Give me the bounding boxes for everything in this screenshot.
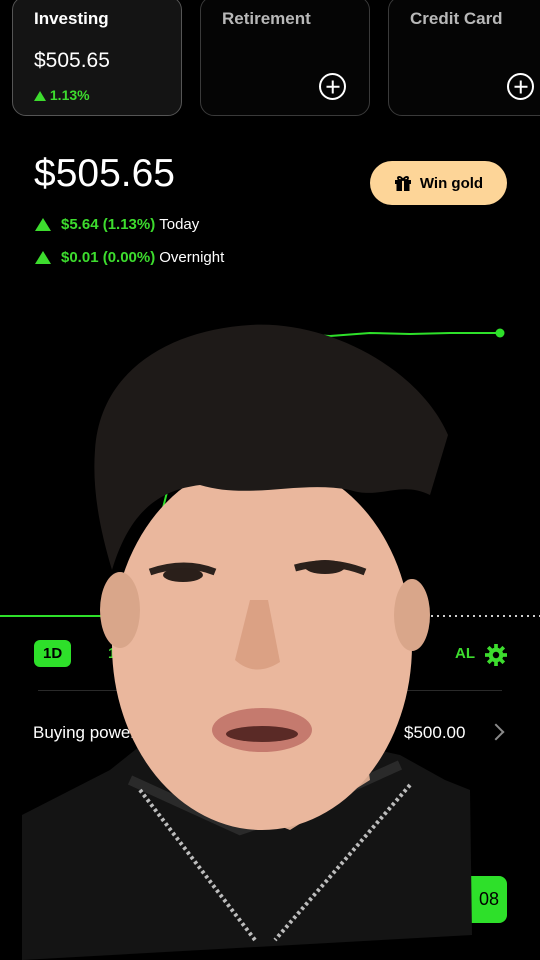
account-card-change-value: 1.13% xyxy=(49,87,90,103)
account-cards: Investing $505.65 1.13% Retirement Credi… xyxy=(0,0,540,120)
up-arrow-icon xyxy=(34,91,46,101)
win-gold-label: Win gold xyxy=(419,174,484,192)
overnight-change-value: $0.01 (0.00%) xyxy=(61,249,156,266)
overnight-change-row: $0.01 (0.00%) Overnight xyxy=(35,249,224,266)
account-card-investing[interactable]: Investing $505.65 1.13% xyxy=(12,0,182,116)
add-circle-icon[interactable] xyxy=(507,73,534,100)
account-card-retirement[interactable]: Retirement xyxy=(200,0,370,116)
account-card-title: Investing xyxy=(34,9,109,28)
account-card-change: 1.13% xyxy=(34,87,90,103)
add-circle-icon[interactable] xyxy=(319,73,346,100)
person-overlay xyxy=(22,324,472,960)
account-card-title: Retirement xyxy=(222,9,311,28)
up-arrow-icon xyxy=(35,218,51,231)
account-card-value: $505.65 xyxy=(34,49,110,72)
overnight-label: Overnight xyxy=(159,249,225,266)
account-card-title: Credit Card xyxy=(410,9,503,28)
today-change-row: $5.64 (1.13%) Today xyxy=(35,216,199,233)
today-change-value: $5.64 (1.13%) xyxy=(61,216,156,233)
today-label: Today xyxy=(159,216,200,233)
account-card-credit-card[interactable]: Credit Card xyxy=(388,0,540,116)
up-arrow-icon xyxy=(35,251,51,264)
portfolio-value: $505.65 xyxy=(34,152,175,195)
gift-icon xyxy=(394,176,411,191)
win-gold-button[interactable]: Win gold xyxy=(370,161,507,205)
